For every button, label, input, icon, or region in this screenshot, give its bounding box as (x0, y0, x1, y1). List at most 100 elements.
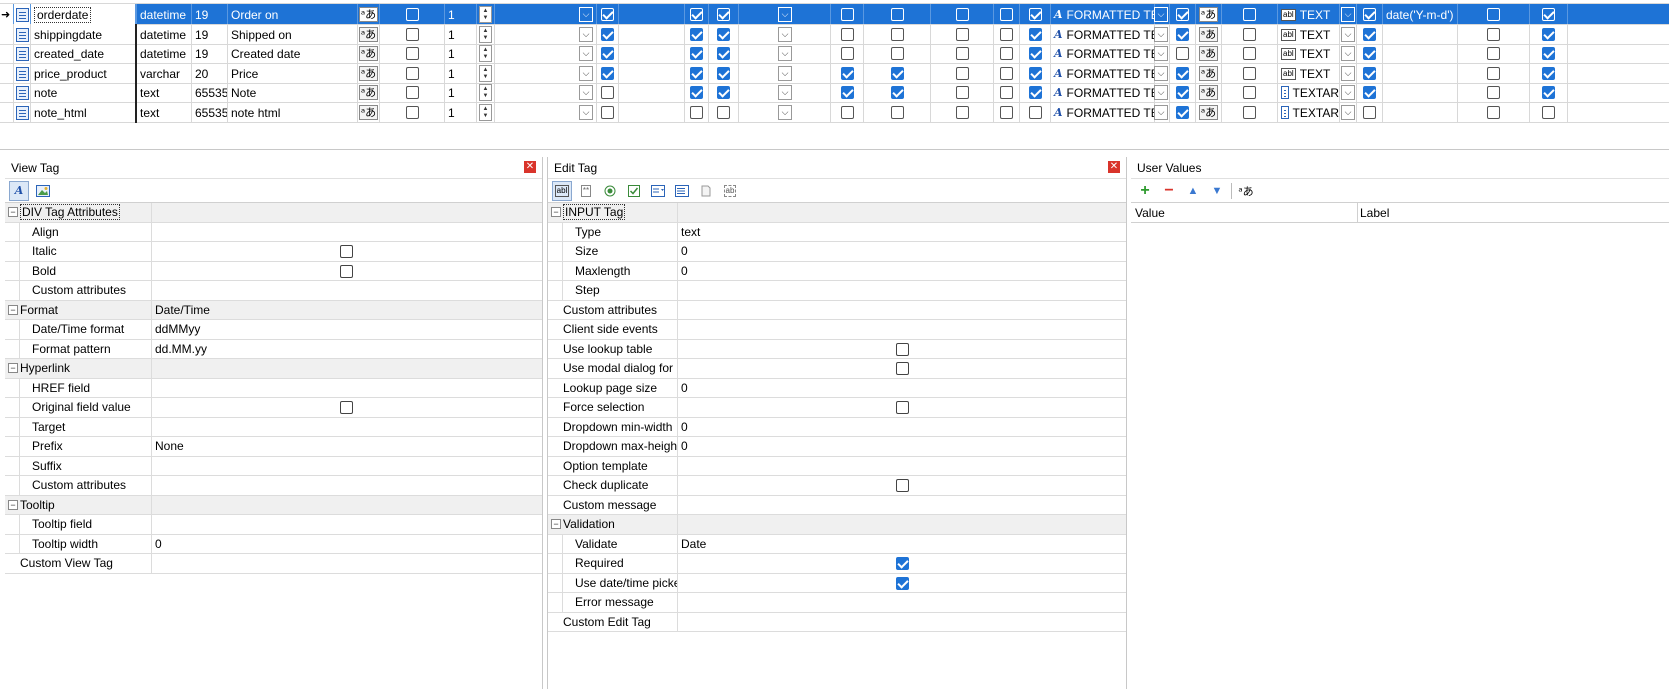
collapse-icon[interactable]: − (8, 363, 18, 373)
checkbox[interactable] (1028, 67, 1042, 80)
check-cell[interactable] (1530, 24, 1568, 45)
check-cell[interactable] (931, 43, 994, 64)
collapse-icon[interactable]: − (551, 519, 561, 529)
property-value[interactable] (677, 300, 1127, 319)
property-category[interactable]: − Validation (548, 515, 1126, 535)
dropdown-cell[interactable]: ⌵ (495, 82, 597, 103)
property-checkbox[interactable] (896, 342, 909, 356)
dropdown-cell[interactable]: ⌵ (739, 82, 831, 103)
check-cell[interactable] (1020, 63, 1051, 84)
checkbox[interactable] (890, 28, 904, 41)
property-value[interactable] (677, 203, 1127, 222)
property-value[interactable] (677, 456, 1127, 475)
collapse-icon[interactable]: − (8, 304, 18, 315)
checkbox[interactable] (1243, 8, 1256, 21)
field-name-cell[interactable]: orderdate (31, 4, 137, 25)
spinner-icon[interactable]: ▲ ▼ (479, 84, 492, 101)
checkbox[interactable] (1000, 8, 1013, 21)
check-cell[interactable] (994, 43, 1020, 64)
dropdown-icon[interactable]: ⌵ (1154, 27, 1168, 42)
translate-icon[interactable]: ᵃあ (1198, 105, 1219, 120)
dropdown-icon[interactable]: ⌵ (579, 66, 593, 81)
dropdown-icon[interactable]: ⌵ (1154, 7, 1168, 22)
table-row[interactable]: note text 65535 Note ᵃあ 1 ▲ ▼ ⌵ ⌵ A FORMATTED TE ⌵ ᵃあ… (0, 82, 1669, 103)
property-value[interactable] (677, 612, 1127, 631)
check-cell[interactable] (597, 43, 619, 64)
checkbox[interactable] (840, 47, 854, 60)
collapse-icon[interactable]: − (551, 207, 561, 217)
sort-order[interactable]: 1 (445, 102, 477, 123)
property-row[interactable]: Size 0 (548, 242, 1126, 262)
visible-check-cell[interactable] (380, 24, 445, 45)
checkbox-icon[interactable] (624, 181, 644, 201)
checkbox[interactable] (1487, 28, 1500, 41)
property-checkbox[interactable] (896, 362, 909, 375)
remove-icon[interactable]: − (1159, 181, 1179, 201)
check-cell[interactable] (1458, 82, 1530, 103)
checkbox[interactable] (1487, 86, 1500, 99)
checkbox[interactable] (1176, 86, 1189, 99)
check-cell[interactable] (864, 43, 931, 64)
translate-icon[interactable]: ᵃあ (1198, 46, 1219, 61)
sort-spinner-cell[interactable]: ▲ ▼ (477, 4, 495, 25)
view-tag-cell[interactable]: abl TEXT (1278, 4, 1340, 25)
checkbox[interactable] (890, 47, 904, 60)
property-value[interactable]: text (677, 222, 1127, 241)
checkbox[interactable] (690, 47, 703, 60)
property-row[interactable]: Maxlength 0 (548, 261, 1127, 281)
checkbox[interactable] (890, 86, 904, 99)
dropdown-icon[interactable]: ⌵ (1341, 7, 1355, 22)
hidden-field-icon[interactable]: ab (720, 181, 740, 201)
field-caption[interactable]: note html (228, 102, 358, 123)
checkbox[interactable] (1000, 28, 1013, 41)
dropdown-cell[interactable]: ⌵ (495, 43, 597, 64)
edit-tag-cell[interactable]: A FORMATTED TE (1051, 43, 1155, 64)
field-caption[interactable]: Created date (228, 43, 358, 64)
property-value[interactable] (677, 515, 1127, 534)
check-cell[interactable] (831, 82, 864, 103)
property-row[interactable]: Use date/time picke (548, 573, 1126, 593)
checkbox[interactable] (1363, 47, 1376, 60)
property-row[interactable]: Type text (548, 222, 1127, 242)
property-row[interactable]: Use modal dialog for l (548, 359, 1126, 379)
checkbox[interactable] (840, 28, 854, 41)
edit-tag-cell[interactable]: A FORMATTED TE (1051, 4, 1155, 25)
view-tag-close-icon[interactable]: ✕ (524, 161, 536, 173)
spinner-icon[interactable]: ▲ ▼ (479, 45, 492, 62)
property-value[interactable]: 0 (677, 378, 1127, 397)
check-cell[interactable] (1170, 63, 1196, 84)
check-cell[interactable] (709, 102, 739, 123)
default-value[interactable] (1383, 63, 1458, 84)
translate-icon[interactable]: ᵃあ (358, 46, 379, 61)
check-cell[interactable] (709, 24, 739, 45)
property-row[interactable]: Prefix None (5, 437, 542, 457)
property-value[interactable] (677, 593, 1127, 612)
check-cell[interactable] (1357, 4, 1383, 25)
checkbox[interactable] (840, 86, 854, 99)
property-value[interactable] (151, 222, 541, 241)
property-checkbox[interactable] (340, 245, 353, 258)
check-cell[interactable] (931, 102, 994, 123)
property-row[interactable]: HREF field (5, 378, 542, 398)
dropdown-icon[interactable]: ⌵ (579, 7, 593, 22)
property-row[interactable]: Error message (548, 593, 1126, 613)
checkbox[interactable] (601, 86, 614, 99)
checkbox[interactable] (601, 47, 614, 60)
check-cell[interactable] (709, 43, 739, 64)
check-cell[interactable] (1530, 4, 1568, 25)
translate-cell[interactable]: ᵃあ (1196, 63, 1222, 84)
check-cell[interactable] (994, 63, 1020, 84)
dropdown-cell[interactable]: ⌵ (739, 4, 831, 25)
file-upload-icon[interactable] (696, 181, 716, 201)
spinner-icon[interactable]: ▲ ▼ (479, 6, 492, 23)
property-row[interactable]: Custom attributes (548, 300, 1127, 320)
dropdown-icon[interactable]: ⌵ (579, 85, 593, 100)
checkbox[interactable] (1176, 28, 1189, 41)
edit-tag-dropdown-cell[interactable]: ⌵ (1153, 102, 1170, 123)
checkbox[interactable] (1363, 8, 1376, 21)
collapse-icon[interactable]: − (8, 207, 18, 217)
property-value[interactable] (677, 495, 1127, 514)
check-cell[interactable] (1020, 4, 1051, 25)
view-tag-dropdown-cell[interactable]: ⌵ (1340, 43, 1357, 64)
property-value[interactable]: 0 (677, 261, 1127, 280)
